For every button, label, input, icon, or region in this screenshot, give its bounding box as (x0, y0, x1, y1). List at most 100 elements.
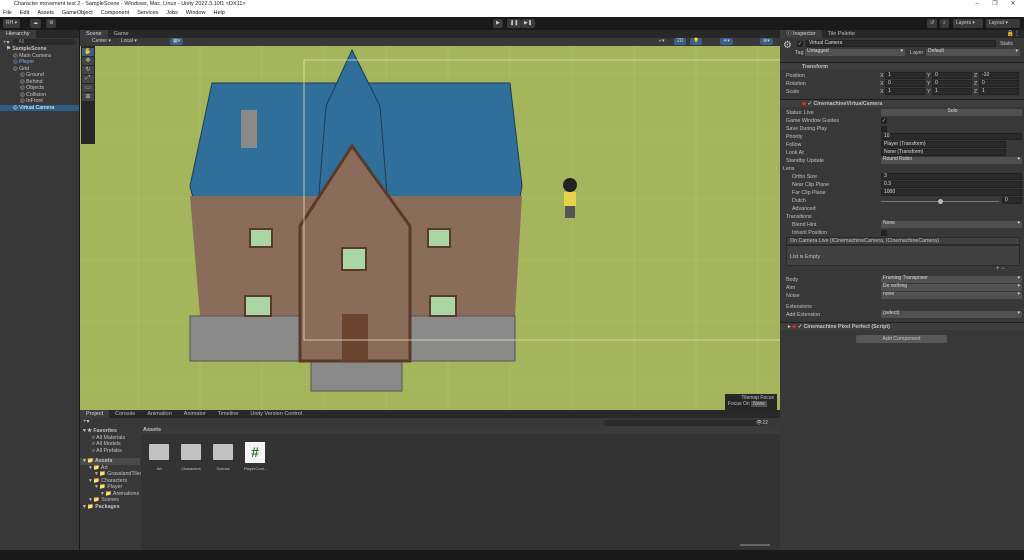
asset-item[interactable]: Characters (180, 442, 202, 471)
menu-services[interactable]: Services (137, 9, 158, 17)
zoom-slider[interactable] (740, 544, 770, 546)
follow-field[interactable]: Player (Transform) (881, 141, 1006, 148)
transform-scale-y-input[interactable]: 1 (932, 88, 972, 95)
scale-tool-icon[interactable]: ⤢ (82, 75, 94, 83)
rotate-tool-icon[interactable]: ↻ (82, 66, 94, 74)
vcam-header[interactable]: ◆ ✓ CinemachineVirtualCamera (780, 99, 1024, 107)
aim-dropdown[interactable]: Do nothing ▾ (881, 284, 1022, 291)
hierarchy-item[interactable]: ◎ Virtual Camera (0, 104, 79, 111)
transform-tool-icon[interactable]: ⊞ (82, 93, 94, 101)
look-at-field[interactable]: None (Transform) (881, 149, 1006, 156)
pivot-dropdown[interactable]: Center ▾ (89, 38, 114, 45)
play-button[interactable]: ▶ (493, 19, 503, 28)
game-window-guides-checkbox[interactable]: ✓ (881, 118, 887, 124)
pause-button[interactable]: ❚❚ (507, 19, 522, 28)
transform-rotation-x-input[interactable]: 0 (885, 80, 925, 87)
transform-position-y-input[interactable]: 0 (932, 72, 972, 79)
tab-unity-version-control[interactable]: Unity Version Control (244, 410, 308, 418)
tag-dropdown[interactable]: Untagged ▾ (805, 49, 905, 56)
transform-position-z-input[interactable]: -10 (979, 72, 1019, 79)
tab-animator[interactable]: Animator (178, 410, 212, 418)
space-dropdown[interactable]: Local ▾ (118, 38, 140, 45)
asset-item[interactable]: Art (148, 442, 170, 471)
effects-button[interactable]: ✦▾ (720, 38, 733, 45)
account-button[interactable]: RH ▾ (3, 19, 21, 28)
add-icon[interactable]: +▾ (3, 39, 10, 46)
layer-dropdown[interactable]: Default ▾ (926, 49, 1020, 56)
menu-jobs[interactable]: Jobs (166, 9, 178, 17)
transform-scale-x-input[interactable]: 1 (885, 88, 925, 95)
object-name-input[interactable]: Virtual Camera (806, 40, 996, 47)
lock-icon[interactable]: 🔒⋮ (1007, 30, 1024, 38)
tab-console[interactable]: Console (109, 410, 141, 418)
maximize-button[interactable]: ❐ (988, 0, 1002, 9)
transform-rotation-y-input[interactable]: 0 (932, 80, 972, 87)
menu-help[interactable]: Help (213, 9, 224, 17)
add-component-button[interactable]: Add Component (856, 335, 947, 343)
tab-hierarchy[interactable]: Hierarchy (0, 30, 36, 38)
lighting-toggle[interactable]: 💡 (690, 38, 703, 45)
inherit-position-checkbox[interactable] (881, 230, 887, 236)
scene-viewport[interactable]: ✋ ✥ ↻ ⤢ ▭ ⊞ Tilemap Focus Focus On None (80, 46, 780, 410)
active-checkbox[interactable]: ✓ (797, 41, 803, 47)
transform-rotation-z-input[interactable]: 0 (979, 80, 1019, 87)
hand-tool-icon[interactable]: ✋ (82, 48, 94, 56)
minimize-button[interactable]: – (970, 0, 984, 9)
rect-tool-icon[interactable]: ▭ (82, 84, 94, 92)
menu-edit[interactable]: Edit (20, 9, 29, 17)
tab-animation[interactable]: Animation (141, 410, 177, 418)
far-clip-input[interactable]: 1000 (881, 189, 1022, 196)
tab-project[interactable]: Project (80, 410, 110, 418)
layers-dropdown[interactable]: Layers ▾ (953, 19, 983, 28)
history-icon[interactable]: ↺ (927, 19, 938, 28)
pixel-perfect-header[interactable]: ▸ ◆ ✓ Cinemachine Pixel Perfect (Script) (780, 322, 1024, 330)
transform-scale-z-input[interactable]: 1 (979, 88, 1019, 95)
menu-window[interactable]: Window (186, 9, 206, 17)
asset-item[interactable]: # PlayerCont... (244, 442, 267, 471)
asset-item[interactable]: Scenes (212, 442, 234, 471)
cloud-icon[interactable]: ☁ (30, 19, 41, 28)
axis-label: X (880, 73, 884, 79)
focus-on-dropdown[interactable]: None (751, 401, 768, 407)
priority-input[interactable]: 10 (881, 133, 1022, 140)
menu-file[interactable]: File (3, 9, 12, 17)
grid-snap-button[interactable]: ▦▾ (170, 38, 184, 45)
hierarchy-search[interactable]: All (12, 39, 76, 45)
tab-inspector[interactable]: ⓘ Inspector (780, 30, 822, 38)
move-tool-icon[interactable]: ✥ (82, 57, 94, 65)
tab-game[interactable]: Game (108, 30, 135, 38)
dutch-input[interactable]: 0 (1002, 197, 1022, 204)
ortho-size-input[interactable]: 3 (881, 173, 1022, 180)
transform-header[interactable]: Transform (780, 62, 1024, 70)
dutch-slider-handle[interactable] (938, 199, 943, 204)
menu-assets[interactable]: Assets (37, 9, 54, 17)
standby-dropdown[interactable]: Round Robin ▾ (881, 157, 1022, 164)
near-clip-input[interactable]: 0.3 (881, 181, 1022, 188)
step-button[interactable]: ▶❚ (521, 19, 536, 28)
tab-timeline[interactable]: Timeline (212, 410, 245, 418)
blend-hint-dropdown[interactable]: None ▾ (881, 221, 1022, 228)
tools-overlay: ✋ ✥ ↻ ⤢ ▭ ⊞ (81, 46, 95, 144)
save-during-play-checkbox[interactable] (881, 126, 887, 132)
search-icon[interactable]: ⌕ (940, 19, 949, 28)
gear-icon[interactable]: ⚙ (46, 19, 57, 28)
tab-scene[interactable]: Scene (80, 30, 108, 38)
layout-dropdown[interactable]: Layout ▾ (986, 19, 1020, 28)
hierarchy-item-label: Virtual Camera (19, 104, 55, 111)
2d-toggle[interactable]: 2D (674, 38, 687, 45)
folder-tree-item[interactable]: ▾ 📁 Packages (80, 504, 140, 511)
add-remove-event-buttons[interactable]: + − (996, 266, 1005, 272)
menu-component[interactable]: Component (101, 9, 129, 17)
add-extension-dropdown[interactable]: (select) ▾ (881, 311, 1022, 318)
transform-rotation-label: Rotation (786, 81, 806, 87)
close-button[interactable]: ✕ (1006, 0, 1020, 9)
solo-button[interactable]: Solo (881, 109, 1022, 116)
noise-dropdown[interactable]: none ▾ (881, 292, 1022, 299)
gizmos-button[interactable]: ⊕▾ (760, 38, 773, 45)
static-checkbox[interactable]: Static (1000, 41, 1013, 47)
menu-gameobject[interactable]: GameObject (62, 9, 93, 17)
transform-position-x-input[interactable]: 1 (885, 72, 925, 79)
draw-mode-button[interactable]: ◐▾ (656, 38, 668, 45)
tab-tile-palette[interactable]: Tile Palette (822, 30, 861, 38)
body-dropdown[interactable]: Framing Transposer ▾ (881, 276, 1022, 283)
